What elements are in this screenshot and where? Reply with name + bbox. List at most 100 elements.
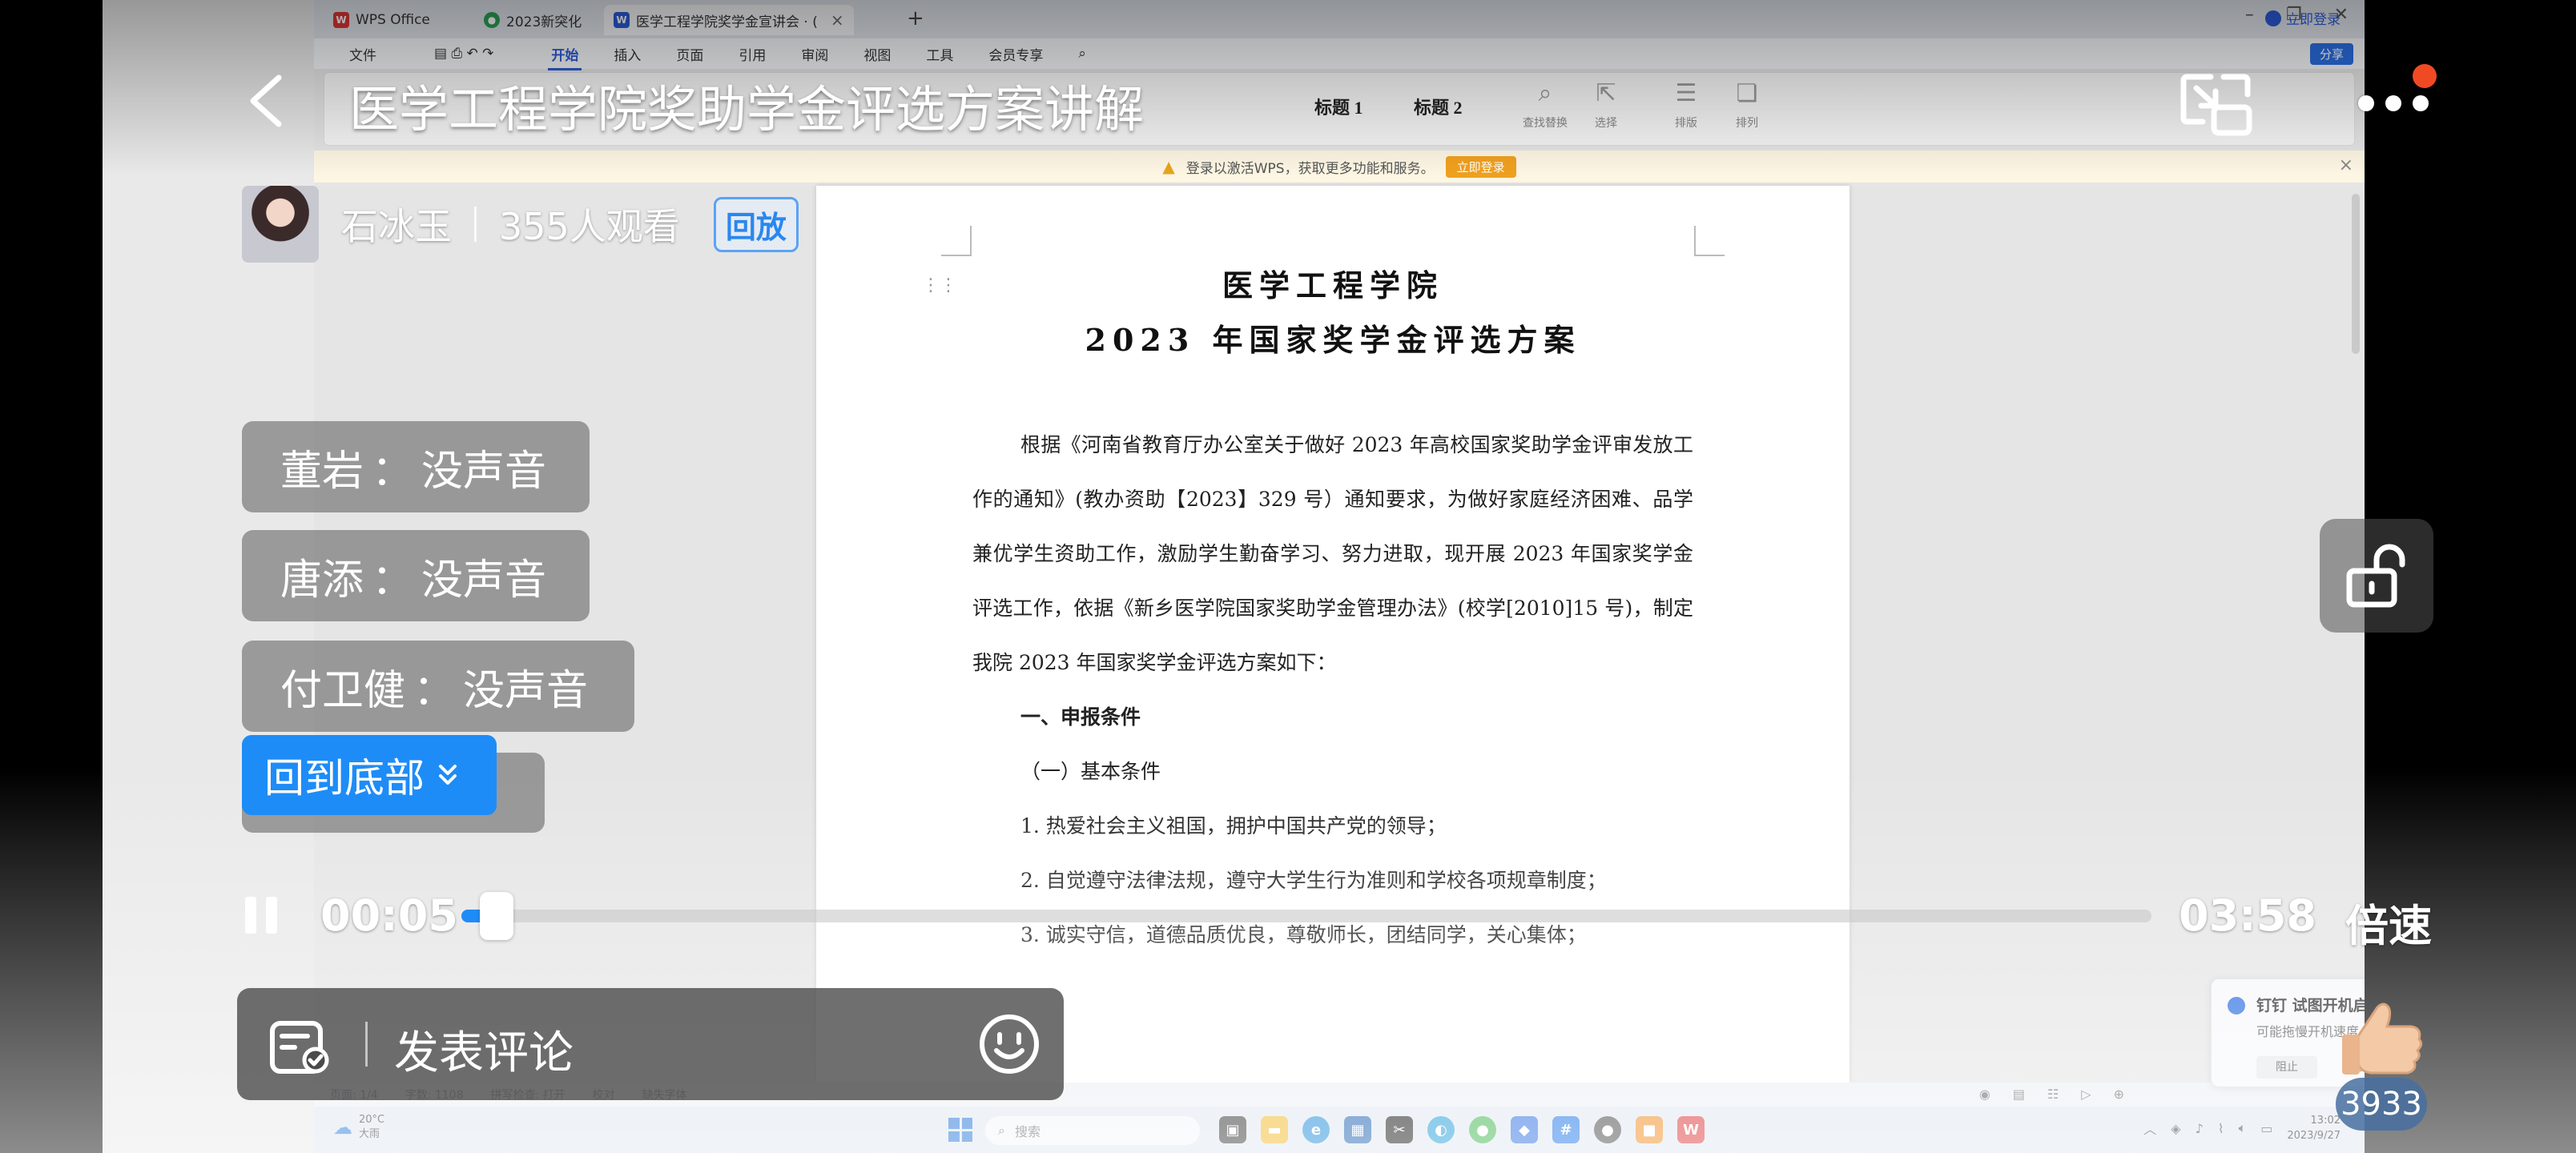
screen-lock-button[interactable] [2320, 519, 2433, 633]
menu-insert[interactable]: 插入 [596, 44, 658, 64]
live-replay-player: W WPS Office ● 2023新突化 W 医学工程学院奖学金宣讲会 · … [0, 0, 2576, 1153]
eye-icon[interactable]: ◉ [1979, 1087, 1990, 1102]
chat-user: 董岩 [280, 447, 364, 496]
menu-page[interactable]: 页面 [658, 44, 721, 64]
taskbar-search[interactable]: ⌕ 搜索 [985, 1116, 1200, 1145]
doc-list-item: 2. 自觉遵守法律法规，遵守大学生行为准则和学校各项规章制度； [1020, 869, 1607, 892]
wps-window: W WPS Office ● 2023新突化 W 医学工程学院奖学金宣讲会 · … [314, 0, 2365, 1153]
task-view-icon[interactable]: ▣ [1219, 1116, 1246, 1143]
progress-knob[interactable] [480, 892, 514, 940]
pause-button[interactable] [245, 897, 280, 938]
web-icon[interactable]: ⊕ [2114, 1087, 2124, 1102]
ribbon-arrange[interactable]: ❏ 排列 [1715, 79, 1779, 131]
chevron-up-icon[interactable]: ︿ [2143, 1119, 2156, 1138]
share-button[interactable]: 分享 [2309, 43, 2353, 65]
ribbon-layout[interactable]: ☰ 排版 [1654, 79, 1718, 131]
settings-app-icon[interactable]: # [1552, 1116, 1580, 1143]
wifi-icon[interactable]: ⌇ [2218, 1121, 2224, 1136]
style-heading-2[interactable]: 标题 2 [1414, 94, 1463, 119]
search-icon[interactable]: ⌕ [1061, 46, 1104, 62]
wps-tab-label: 医学工程学院奖学金宣讲会 · ( [636, 14, 818, 30]
store-icon[interactable]: ▦ [1344, 1116, 1371, 1143]
play-icon[interactable]: ▷ [2081, 1087, 2091, 1102]
comment-list-icon [270, 1021, 329, 1074]
ribbon-label: 查找替换 [1523, 117, 1568, 130]
chat-separator: ： [372, 556, 414, 605]
notice-login-button[interactable]: 立即登录 [1445, 155, 1516, 178]
volume-icon[interactable]: 🔈︎ [2239, 1120, 2247, 1136]
speed-button[interactable]: 倍速 [2345, 890, 2432, 954]
minimize-icon[interactable]: – [2245, 5, 2254, 25]
ribbon-label: 排版 [1675, 117, 1697, 130]
weather-widget[interactable]: ☁ 20°C 大雨 [333, 1113, 384, 1142]
battery-icon[interactable]: ▭ [2260, 1121, 2272, 1136]
divider [474, 207, 477, 242]
page-view-icon[interactable]: ▤ [2013, 1087, 2025, 1102]
mic-icon[interactable]: ♪ [2196, 1121, 2204, 1136]
close-icon[interactable]: × [831, 10, 844, 30]
outline-icon[interactable]: ☷ [2047, 1087, 2059, 1102]
browser-icon[interactable]: ◐ [1427, 1116, 1455, 1143]
chat-message: 唐添：没声音 [242, 530, 590, 621]
document-page[interactable]: ⋮⋮ 医学工程学院 2023 年国家奖学金评选方案 根据《河南省教育厅办公室关于… [816, 186, 1849, 1083]
emoji-icon[interactable] [977, 1012, 1041, 1076]
host-avatar[interactable] [242, 186, 319, 263]
progress-bar[interactable] [461, 892, 2151, 940]
menu-file[interactable]: 文件 [332, 44, 394, 64]
quick-access-icons[interactable]: ▤ ⎙ ↶ ↷ [394, 46, 533, 62]
jump-to-bottom-button[interactable]: 回到底部 [242, 735, 497, 815]
wps-taskbar-icon[interactable]: W [1677, 1116, 1705, 1143]
tray-app-icon[interactable]: ◈ [2171, 1121, 2180, 1136]
file-explorer-icon[interactable]: ▬ [1261, 1116, 1288, 1143]
ribbon-select[interactable]: ⇱ 选择 [1574, 79, 1638, 131]
menu-tools[interactable]: 工具 [908, 44, 971, 64]
doc-title-line2: 2023 年国家奖学金评选方案 [1085, 322, 1581, 358]
restore-icon[interactable]: ❐ [2286, 5, 2302, 25]
more-options-button[interactable] [2358, 83, 2438, 123]
taskbar-apps: ▣ ▬ e ▦ ✂ ◐ ● ◆ # ● ■ W [1219, 1116, 1705, 1143]
rain-cloud-icon: ☁ [333, 1116, 352, 1139]
wps-tab-doc2[interactable]: W 医学工程学院奖学金宣讲会 · ( × [604, 5, 854, 35]
capcut-icon[interactable]: ✂ [1386, 1116, 1413, 1143]
green-app-icon[interactable]: ● [1469, 1116, 1496, 1143]
comment-input-bar[interactable]: 发表评论 [237, 988, 1064, 1100]
ribbon-label: 选择 [1595, 117, 1617, 130]
window-controls: – ❐ ✕ [2245, 5, 2349, 25]
document-canvas[interactable]: ⋮⋮ 医学工程学院 2023 年国家奖学金评选方案 根据《河南省教育厅办公室关于… [314, 186, 2365, 1083]
windows-start-icon[interactable] [948, 1118, 972, 1142]
style-heading-1[interactable]: 标题 1 [1314, 94, 1363, 119]
wps-menu-bar: 文件 ▤ ⎙ ↶ ↷ 开始 插入 页面 引用 审阅 视图 工具 会员专享 ⌕ 分… [314, 38, 2365, 70]
close-icon[interactable]: × [2339, 155, 2353, 175]
add-tab-icon[interactable]: + [907, 6, 924, 30]
wps-tab-home[interactable]: W WPS Office [324, 5, 440, 35]
crop-mark [1694, 226, 1725, 256]
wps-tab-doc1[interactable]: ● 2023新突化 [474, 5, 591, 35]
vertical-scrollbar[interactable] [2352, 194, 2360, 354]
menu-review[interactable]: 审阅 [783, 44, 846, 64]
menu-view[interactable]: 视图 [846, 44, 908, 64]
divider [365, 1022, 368, 1067]
crop-mark [941, 226, 972, 256]
toast-block-button[interactable]: 阻止 [2256, 1056, 2317, 1079]
edge-icon[interactable]: e [1302, 1116, 1330, 1143]
menu-reference[interactable]: 引用 [721, 44, 783, 64]
doc-paragraph: 根据《河南省教育厅办公室关于做好 2023 年高校国家奖助学金评审发放工作的通知… [972, 433, 1693, 674]
orange-app-icon[interactable]: ■ [1636, 1116, 1663, 1143]
chat-text: 没声音 [421, 556, 547, 605]
system-tray: ︿ ◈ ♪ ⌇ 🔈︎ ▭ 13:02 2023/9/27 [2143, 1113, 2341, 1143]
media-app-icon[interactable]: ● [1594, 1116, 1621, 1143]
warning-icon: ▲ [1162, 157, 1175, 176]
menu-home[interactable]: 开始 [533, 44, 596, 70]
chat-user: 付卫健 [280, 666, 406, 715]
dingtalk-icon [2228, 997, 2245, 1014]
ribbon-find-replace[interactable]: ⌕ 查找替换 [1513, 79, 1577, 131]
dingtalk-icon[interactable]: ◆ [1511, 1116, 1538, 1143]
close-window-icon[interactable]: ✕ [2334, 5, 2349, 25]
pip-button[interactable] [2179, 70, 2256, 138]
wps-logo-icon: W [333, 12, 349, 28]
chevron-left-icon [250, 74, 282, 127]
menu-member[interactable]: 会员专享 [971, 44, 1061, 64]
chat-message: 付卫健：没声音 [242, 641, 634, 732]
back-button[interactable] [237, 69, 293, 133]
picture-in-picture-icon [2180, 74, 2252, 136]
